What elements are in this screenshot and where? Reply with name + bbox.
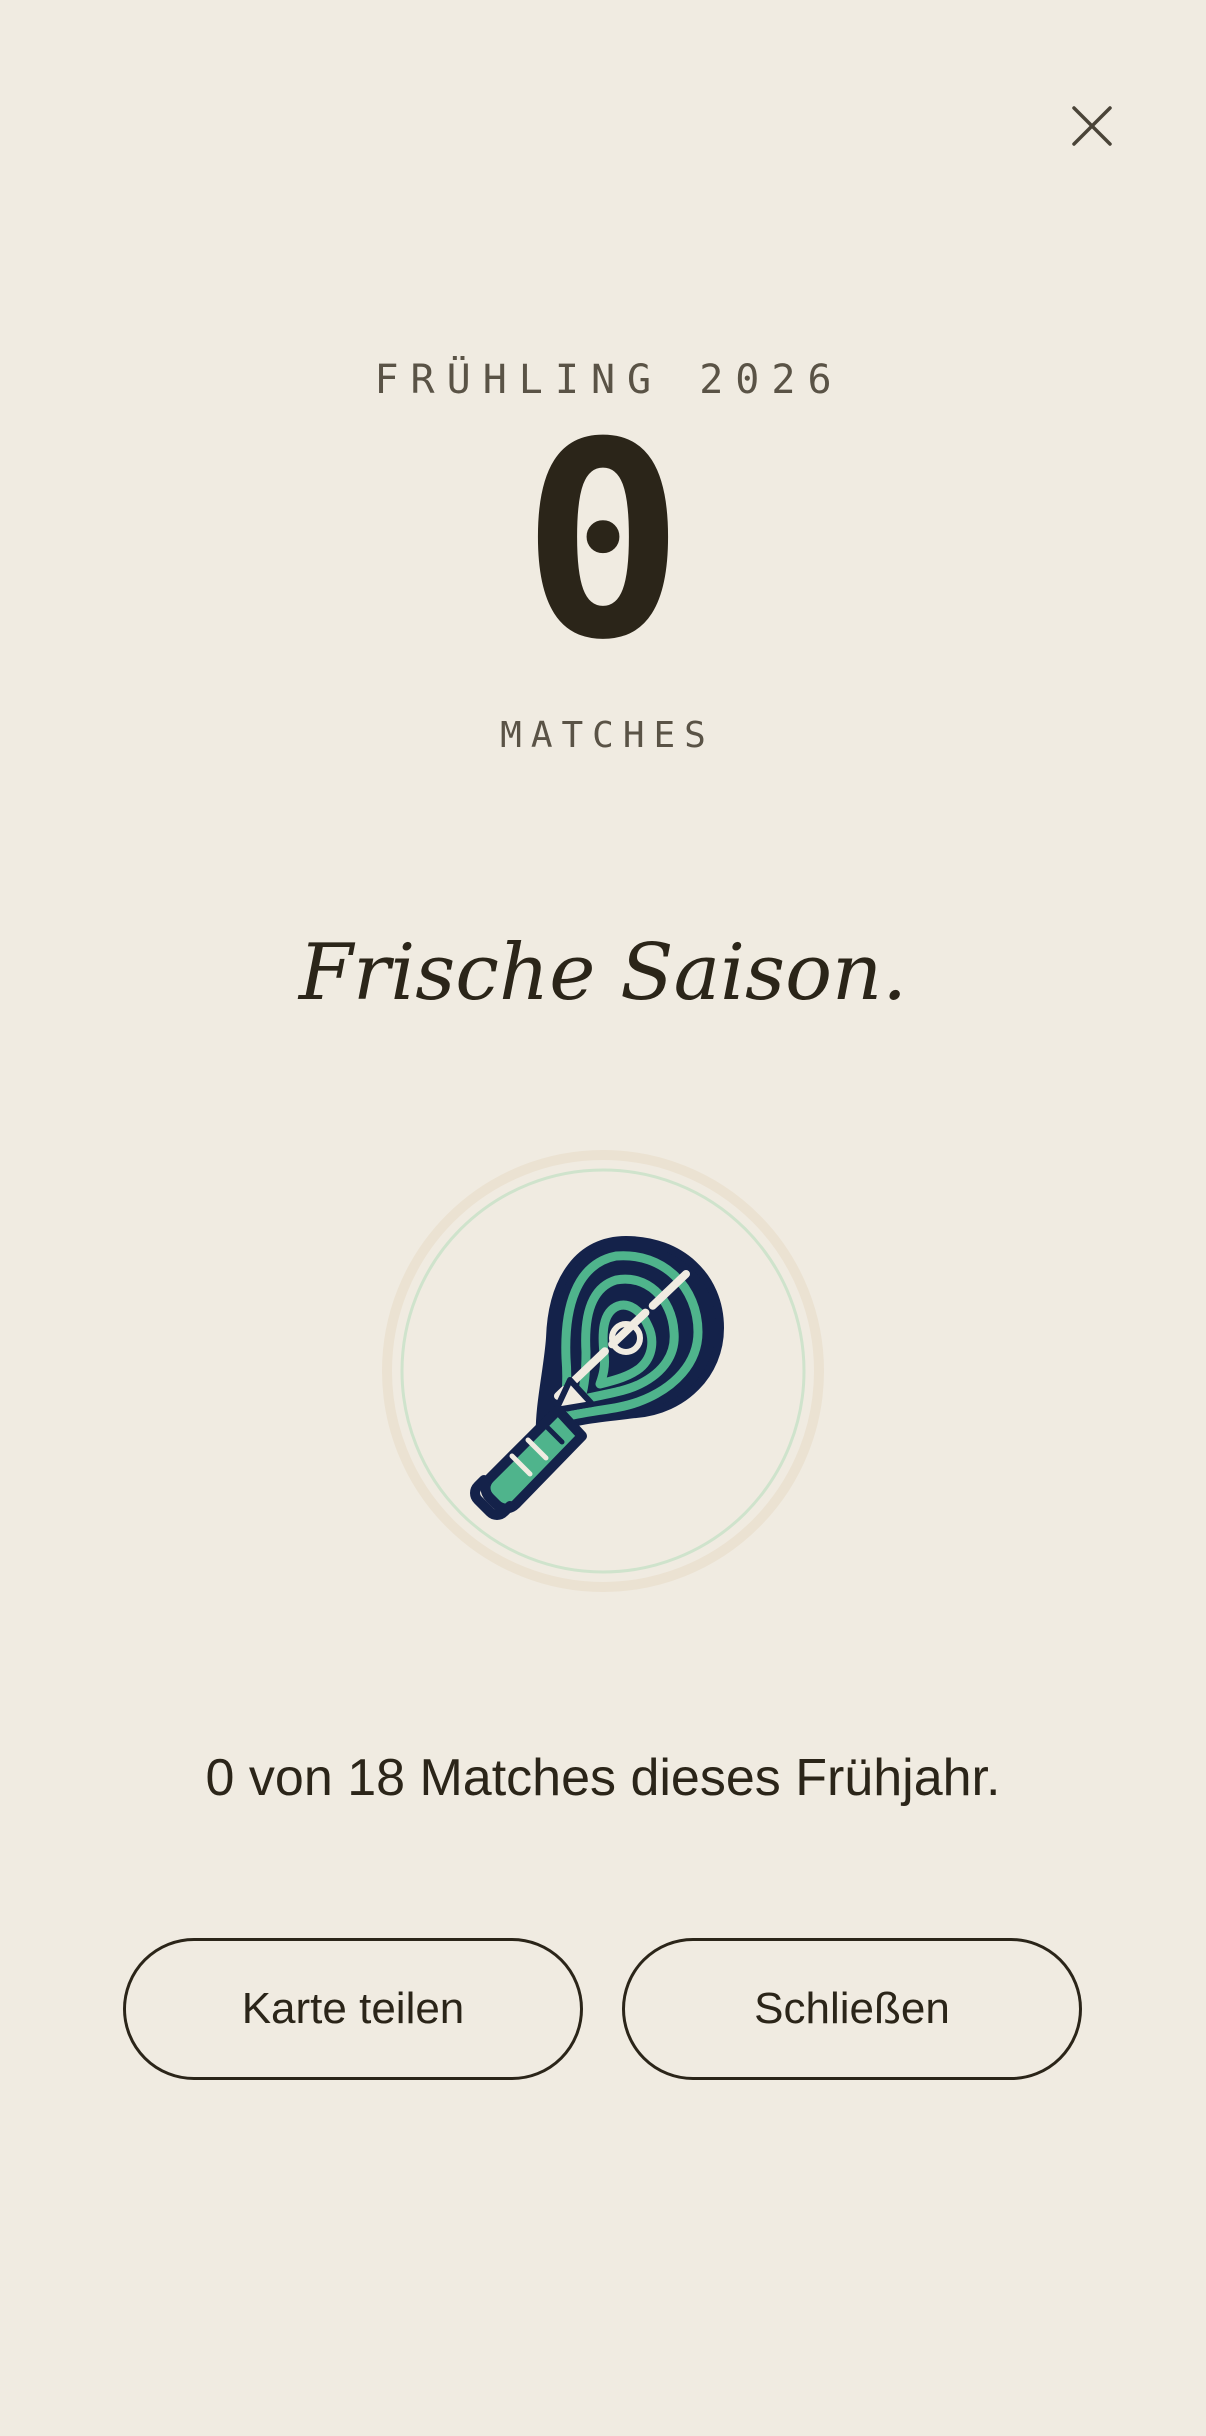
close-dialog-label: Schließen (754, 1984, 950, 2033)
padel-racket-icon (470, 1236, 724, 1520)
close-dialog-button[interactable]: Schließen (622, 1938, 1082, 2080)
match-count-label: MATCHES (500, 715, 715, 756)
share-card-button[interactable]: Karte teilen (123, 1938, 583, 2080)
close-icon (1062, 90, 1122, 162)
headline: Frische Saison. (298, 928, 908, 1018)
close-button[interactable] (1062, 90, 1122, 162)
season-summary: 0 von 18 Matches dieses Frühjahr. (205, 1749, 1001, 1807)
share-card-label: Karte teilen (241, 1984, 465, 2033)
season-badge (380, 1148, 826, 1594)
match-count: 0 (521, 384, 685, 699)
